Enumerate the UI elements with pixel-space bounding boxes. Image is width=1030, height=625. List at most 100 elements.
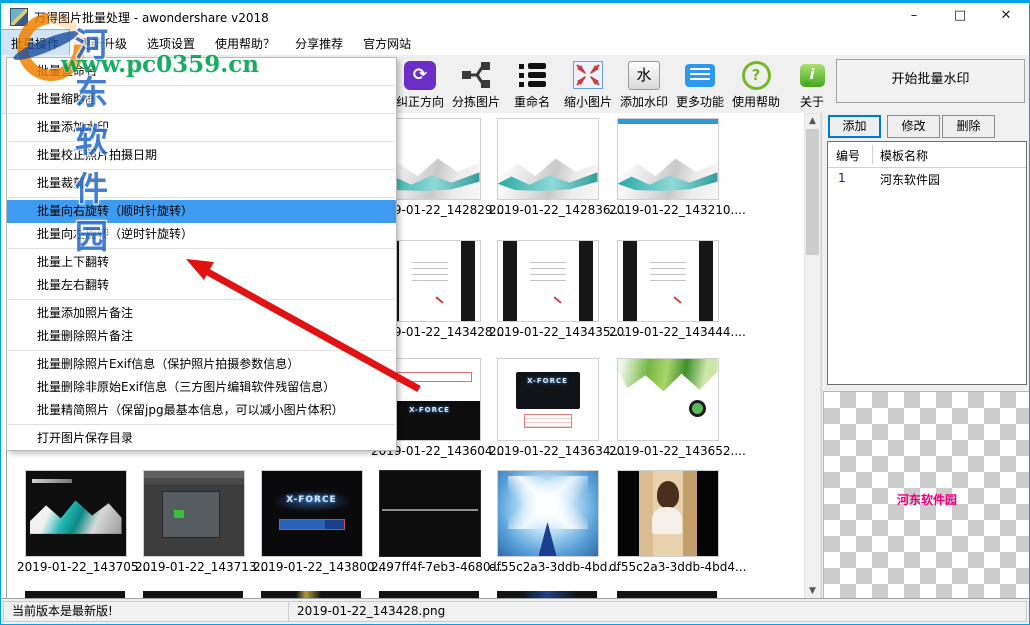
- watermark-preview-panel: 河东软件园: [823, 391, 1030, 603]
- menu-item-delete-photo-note[interactable]: 批量删除照片备注: [7, 325, 396, 348]
- thumbnail-image[interactable]: [617, 470, 719, 557]
- thumbnail-filename: 2019-01-22_143634....: [489, 444, 606, 458]
- toolbar-label: 关于: [783, 93, 841, 110]
- thumbnail-filename: 2019-01-22_143435....: [489, 325, 606, 339]
- menu-item-batch-watermark[interactable]: 批量添加水印: [7, 116, 396, 139]
- app-icon: [10, 8, 28, 26]
- toolbar-more-features[interactable]: 更多功能: [671, 57, 729, 110]
- menu-item-flip-horizontal[interactable]: 批量左右翻转: [7, 274, 396, 297]
- thumbnail-cell[interactable]: 2019-01-22_142836....: [489, 118, 606, 217]
- shrink-arrows-icon: [573, 61, 603, 89]
- thumbnail-image[interactable]: [497, 118, 599, 200]
- thumbnail-cell[interactable]: 2019-01-22_143435....: [489, 240, 606, 339]
- rotate-correct-icon: ⟳: [404, 61, 436, 90]
- menu-item-simplify-photo[interactable]: 批量精简照片（保留jpg最基本信息，可以减小图片体积）: [7, 399, 396, 422]
- menu-item-delete-exif[interactable]: 批量删除照片Exif信息（保护照片拍摄参数信息）: [7, 353, 396, 376]
- toolbar-rename[interactable]: 重命名: [503, 57, 561, 110]
- toolbar-label: 使用帮助: [727, 93, 785, 110]
- thumbnail-filename: 2019-01-22_143705....: [17, 560, 134, 574]
- thumbnail-image[interactable]: X-FORCE: [261, 470, 363, 557]
- template-number: 1: [838, 171, 846, 185]
- thumbnail-filename: df55c2a3-3ddb-4bd...: [489, 560, 606, 574]
- menu-bar: 批量操作更新升级选项设置使用帮助？分享推荐官方网站: [1, 30, 1029, 55]
- thumbnail-filename: 2019-01-22_143210....: [609, 203, 726, 217]
- minimize-button[interactable]: –: [891, 3, 937, 30]
- maximize-button[interactable]: □: [937, 3, 983, 30]
- thumbnail-image[interactable]: X-FORCE: [497, 358, 599, 441]
- app-window: 万得图片批量处理 - awondershare v2018 – □ ✕ 批量操作…: [0, 0, 1030, 625]
- menu-item-batch-crop[interactable]: 批量裁剪: [7, 172, 396, 195]
- modify-template-button[interactable]: 修改: [887, 115, 940, 138]
- template-table-header: 编号 模板名称: [828, 142, 1026, 168]
- toolbar-label: 添加水印: [615, 93, 673, 110]
- thumbnail-filename: df55c2a3-3ddb-4bd4...: [609, 560, 726, 574]
- menu-help[interactable]: 使用帮助？: [205, 30, 285, 56]
- toolbar-correct-orientation[interactable]: ⟳ 纠正方向: [391, 57, 449, 110]
- toolbar-shrink-image[interactable]: 缩小图片: [559, 57, 617, 110]
- column-header-name: 模板名称: [880, 147, 928, 164]
- thumbnail-image[interactable]: [497, 240, 599, 322]
- watermark-icon: 水: [628, 61, 660, 90]
- current-file-status-text: 2019-01-22_143428.png: [288, 601, 1027, 622]
- scroll-up-button[interactable]: ▲: [805, 114, 820, 130]
- version-status-text: 当前版本是最新版!: [3, 601, 294, 622]
- thumbnail-cell[interactable]: df55c2a3-3ddb-4bd...: [489, 470, 606, 574]
- thumbnail-filename: 2019-01-22_143713....: [135, 560, 252, 574]
- thumbnail-cell[interactable]: 2019-01-22_143444....: [609, 240, 726, 339]
- status-bar: 当前版本是最新版! 2019-01-22_143428.png: [1, 598, 1029, 624]
- menu-item-rotate-right[interactable]: 批量向右旋转（顺时针旋转）: [7, 200, 396, 223]
- thumbnail-filename: 2497ff4f-7eb3-4680-...: [371, 560, 488, 574]
- delete-template-button[interactable]: 删除: [942, 115, 995, 138]
- sort-branch-icon: [461, 62, 491, 88]
- close-button[interactable]: ✕: [983, 3, 1029, 30]
- thumbnail-image[interactable]: [379, 470, 481, 557]
- thumbnail-image[interactable]: [617, 118, 719, 200]
- menu-item-flip-vertical[interactable]: 批量上下翻转: [7, 251, 396, 274]
- toolbar-sort-images[interactable]: 分拣图片: [447, 57, 505, 110]
- batch-operations-context-menu: 批量重命名 批量缩略图 批量添加水印 批量校正照片拍摄日期 批量裁剪 批量向右旋…: [6, 57, 397, 451]
- thumbnail-image[interactable]: [617, 358, 719, 441]
- menu-item-batch-fix-date[interactable]: 批量校正照片拍摄日期: [7, 144, 396, 167]
- menu-share[interactable]: 分享推荐: [285, 30, 353, 56]
- thumbnail-image[interactable]: [617, 240, 719, 322]
- menu-item-delete-nonoriginal-exif[interactable]: 批量删除非原始Exif信息（三方图片编辑软件残留信息）: [7, 376, 396, 399]
- thumbnail-cell[interactable]: 2497ff4f-7eb3-4680-...: [371, 470, 488, 574]
- thumbnail-cell[interactable]: 2019-01-22_143210....: [609, 118, 726, 217]
- toolbar-about[interactable]: i 关于: [783, 57, 841, 110]
- template-name: 河东软件园: [880, 171, 940, 188]
- menu-item-open-save-folder[interactable]: 打开图片保存目录: [7, 427, 396, 450]
- menu-options[interactable]: 选项设置: [137, 30, 205, 56]
- vertical-scrollbar[interactable]: ▲ ▼: [804, 113, 821, 601]
- thumbnail-cell[interactable]: df55c2a3-3ddb-4bd4...: [609, 470, 726, 574]
- start-batch-watermark-button[interactable]: 开始批量水印: [836, 59, 1025, 103]
- menu-item-batch-rename[interactable]: 批量重命名: [7, 60, 396, 83]
- toolbar-label: 分拣图片: [447, 93, 505, 110]
- window-title: 万得图片批量处理 - awondershare v2018: [34, 9, 269, 26]
- scrollbar-thumb[interactable]: [806, 129, 819, 255]
- add-template-button[interactable]: 添加: [828, 115, 881, 138]
- menu-update[interactable]: 更新升级: [69, 30, 137, 56]
- thumbnail-cell[interactable]: X-FORCE 2019-01-22_143800....: [253, 470, 370, 574]
- thumbnail-filename: 2019-01-22_142836....: [489, 203, 606, 217]
- thumbnail-cell[interactable]: 2019-01-22_143652....: [609, 358, 726, 458]
- toolbar-add-watermark[interactable]: 水 添加水印: [615, 57, 673, 110]
- menu-batch-operations[interactable]: 批量操作: [1, 30, 69, 56]
- thumbnail-image[interactable]: [25, 470, 127, 557]
- toolbar-label: 重命名: [503, 93, 561, 110]
- menu-item-batch-thumbnail[interactable]: 批量缩略图: [7, 88, 396, 111]
- help-question-icon: ?: [742, 61, 771, 90]
- column-header-number: 编号: [836, 147, 860, 164]
- thumbnail-image[interactable]: [143, 470, 245, 557]
- thumbnail-image[interactable]: [497, 470, 599, 557]
- template-table-row[interactable]: 1 河东软件园: [828, 167, 1026, 189]
- toolbar-help[interactable]: ? 使用帮助: [727, 57, 785, 110]
- numbered-list-icon: [519, 62, 546, 88]
- thumbnail-filename: 2019-01-22_143800....: [253, 560, 370, 574]
- thumbnail-cell[interactable]: 2019-01-22_143705....: [17, 470, 134, 574]
- menu-website[interactable]: 官方网站: [353, 30, 421, 56]
- thumbnail-cell[interactable]: 2019-01-22_143713....: [135, 470, 252, 574]
- menu-item-add-photo-note[interactable]: 批量添加照片备注: [7, 302, 396, 325]
- toolbar-label: 缩小图片: [559, 93, 617, 110]
- thumbnail-cell[interactable]: X-FORCE 2019-01-22_143634....: [489, 358, 606, 458]
- menu-item-rotate-left[interactable]: 批量向左旋转（逆时针旋转）: [7, 223, 396, 246]
